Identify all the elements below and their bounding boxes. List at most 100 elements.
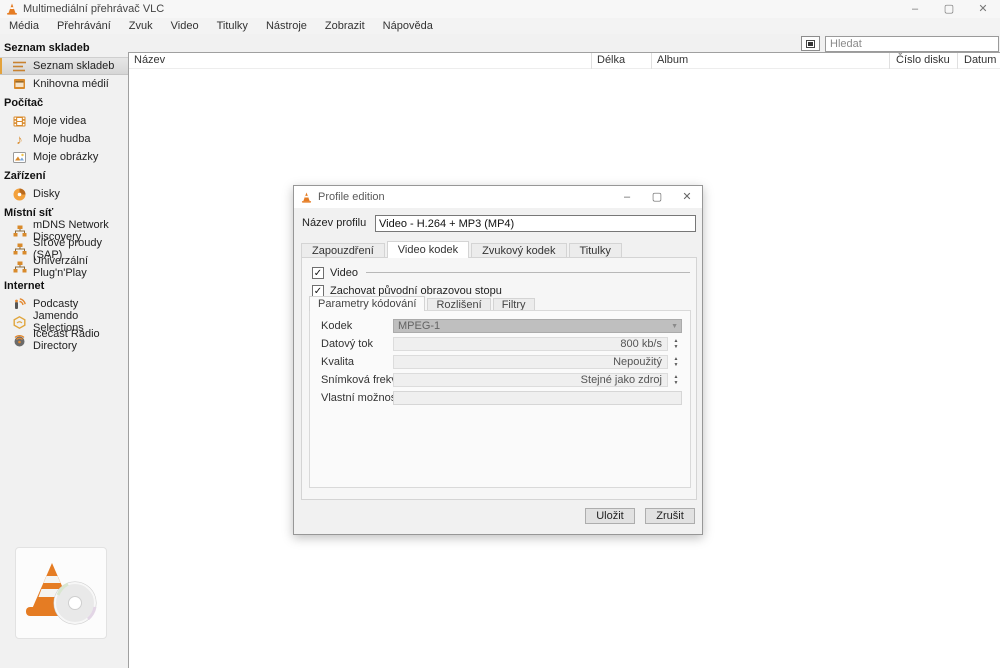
encoding-params-pane: Kodek MPEG-1 ▼ Datový tok 800 kb/s ▲▼ Kv… bbox=[309, 310, 691, 488]
network-icon bbox=[12, 242, 27, 257]
cancel-button[interactable]: Zrušit bbox=[645, 508, 695, 524]
encoding-inner-tabs: Parametry kódování Rozlišení Filtry bbox=[309, 296, 537, 311]
sidebar-item-label: Univerzální Plug'n'Play bbox=[33, 255, 128, 279]
menu-help[interactable]: Nápověda bbox=[374, 20, 442, 32]
tab-encapsulation[interactable]: Zapouzdření bbox=[301, 243, 385, 258]
sidebar-item-label: Moje videa bbox=[33, 115, 86, 127]
menu-tools[interactable]: Nástroje bbox=[257, 20, 316, 32]
playlist-icon bbox=[12, 59, 27, 74]
window-titlebar: Multimediální přehrávač VLC – ▢ ✕ bbox=[0, 0, 1000, 18]
quality-input[interactable]: Nepoužitý bbox=[393, 355, 668, 369]
music-note-icon: ♪ bbox=[12, 132, 27, 147]
save-button[interactable]: Uložit bbox=[585, 508, 635, 524]
maximize-button[interactable]: ▢ bbox=[932, 0, 966, 18]
tab-encoding-params[interactable]: Parametry kódování bbox=[309, 296, 425, 311]
sidebar-item-discs[interactable]: Disky bbox=[0, 185, 128, 203]
chevron-down-icon: ▼ bbox=[671, 321, 678, 333]
column-header-length[interactable]: Délka bbox=[597, 54, 625, 66]
bitrate-row: Datový tok 800 kb/s ▲▼ bbox=[310, 337, 690, 351]
menu-subtitles[interactable]: Titulky bbox=[208, 20, 257, 32]
video-checkbox-row: ✓ Video bbox=[312, 266, 696, 279]
quality-spinner[interactable]: ▲▼ bbox=[670, 355, 682, 369]
column-header-album[interactable]: Album bbox=[657, 54, 688, 66]
menu-media[interactable]: Média bbox=[0, 20, 48, 32]
vlc-cone-icon bbox=[6, 3, 18, 15]
sidebar-item-label: Moje hudba bbox=[33, 133, 91, 145]
sidebar-item-label: Podcasty bbox=[33, 298, 78, 310]
profile-name-label: Název profilu bbox=[302, 217, 366, 229]
vlc-cone-disc-art bbox=[22, 557, 100, 629]
disc-icon bbox=[12, 187, 27, 202]
sidebar-section-devices: Zařízení bbox=[0, 166, 128, 185]
view-mode-button[interactable] bbox=[801, 36, 820, 51]
sidebar: Seznam skladeb Seznam skladeb Knihovna m… bbox=[0, 34, 128, 668]
dialog-minimize-button[interactable]: – bbox=[612, 186, 642, 208]
sidebar-item-my-videos[interactable]: Moje videa bbox=[0, 112, 128, 130]
picture-icon bbox=[12, 150, 27, 165]
tab-video-codec[interactable]: Video kodek bbox=[387, 241, 469, 258]
minimize-button[interactable]: – bbox=[898, 0, 932, 18]
profile-edition-dialog: Profile edition – ▢ ✕ Název profilu Zapo… bbox=[293, 185, 703, 535]
quality-label: Kvalita bbox=[321, 356, 354, 368]
bitrate-spinner[interactable]: ▲▼ bbox=[670, 337, 682, 351]
vlc-cone-icon bbox=[301, 192, 312, 203]
column-divider bbox=[651, 53, 652, 69]
sidebar-item-my-pictures[interactable]: Moje obrázky bbox=[0, 148, 128, 166]
bitrate-input[interactable]: 800 kb/s bbox=[393, 337, 668, 351]
quality-row: Kvalita Nepoužitý ▲▼ bbox=[310, 355, 690, 369]
framerate-spinner[interactable]: ▲▼ bbox=[670, 373, 682, 387]
search-input[interactable] bbox=[825, 36, 999, 52]
codec-select[interactable]: MPEG-1 ▼ bbox=[393, 319, 682, 333]
playlist-toolbar bbox=[128, 34, 1000, 52]
menu-view[interactable]: Zobrazit bbox=[316, 20, 374, 32]
column-header-date[interactable]: Datum bbox=[964, 54, 996, 66]
spinner-down-icon[interactable]: ▼ bbox=[674, 380, 679, 386]
column-divider bbox=[957, 53, 958, 69]
network-icon bbox=[12, 224, 27, 239]
sidebar-item-media-library[interactable]: Knihovna médií bbox=[0, 75, 128, 93]
custom-options-input[interactable] bbox=[393, 391, 682, 405]
sidebar-item-label: Disky bbox=[33, 188, 60, 200]
sidebar-item-upnp[interactable]: Univerzální Plug'n'Play bbox=[0, 258, 128, 276]
tab-subtitles[interactable]: Titulky bbox=[569, 243, 622, 258]
dialog-tabs: Zapouzdření Video kodek Zvukový kodek Ti… bbox=[301, 241, 624, 258]
codec-row: Kodek MPEG-1 ▼ bbox=[310, 319, 690, 333]
close-button[interactable]: ✕ bbox=[966, 0, 1000, 18]
sidebar-item-my-music[interactable]: ♪ Moje hudba bbox=[0, 130, 128, 148]
group-divider bbox=[366, 272, 690, 273]
network-icon bbox=[12, 260, 27, 275]
framerate-row: Snímková frekvence Stejné jako zdroj ▲▼ bbox=[310, 373, 690, 387]
column-divider bbox=[889, 53, 890, 69]
film-icon bbox=[12, 114, 27, 129]
spinner-down-icon[interactable]: ▼ bbox=[674, 344, 679, 350]
album-art-placeholder bbox=[15, 547, 107, 639]
tab-audio-codec[interactable]: Zvukový kodek bbox=[471, 243, 566, 258]
profile-name-input[interactable] bbox=[375, 215, 696, 232]
menu-video[interactable]: Video bbox=[162, 20, 208, 32]
sidebar-item-label: Moje obrázky bbox=[33, 151, 98, 163]
view-mode-icon bbox=[806, 40, 815, 48]
video-checkbox-label: Video bbox=[330, 267, 358, 279]
custom-options-label: Vlastní možnosti bbox=[321, 392, 402, 404]
column-header-name[interactable]: Název bbox=[134, 54, 165, 66]
icecast-icon bbox=[12, 333, 27, 348]
keep-track-checkbox-label: Zachovat původní obrazovou stopu bbox=[330, 285, 502, 297]
column-header-disc[interactable]: Číslo disku bbox=[896, 54, 950, 66]
dialog-close-button[interactable]: ✕ bbox=[672, 186, 702, 208]
jamendo-icon bbox=[12, 315, 27, 330]
custom-options-row: Vlastní možnosti bbox=[310, 391, 690, 405]
menu-playback[interactable]: Přehrávání bbox=[48, 20, 120, 32]
sidebar-section-playlist: Seznam skladeb bbox=[0, 38, 128, 57]
sidebar-item-playlist[interactable]: Seznam skladeb bbox=[0, 57, 128, 75]
dialog-titlebar[interactable]: Profile edition – ▢ ✕ bbox=[294, 186, 702, 208]
dialog-title: Profile edition bbox=[318, 191, 385, 203]
sidebar-item-icecast[interactable]: Icecast Radio Directory bbox=[0, 331, 128, 349]
podcast-icon bbox=[12, 297, 27, 312]
menu-audio[interactable]: Zvuk bbox=[120, 20, 162, 32]
dialog-maximize-button[interactable]: ▢ bbox=[642, 186, 672, 208]
framerate-input[interactable]: Stejné jako zdroj bbox=[393, 373, 668, 387]
spinner-down-icon[interactable]: ▼ bbox=[674, 362, 679, 368]
video-checkbox[interactable]: ✓ bbox=[312, 267, 324, 279]
keep-original-track-checkbox[interactable]: ✓ bbox=[312, 285, 324, 297]
sidebar-item-label: Knihovna médií bbox=[33, 78, 109, 90]
